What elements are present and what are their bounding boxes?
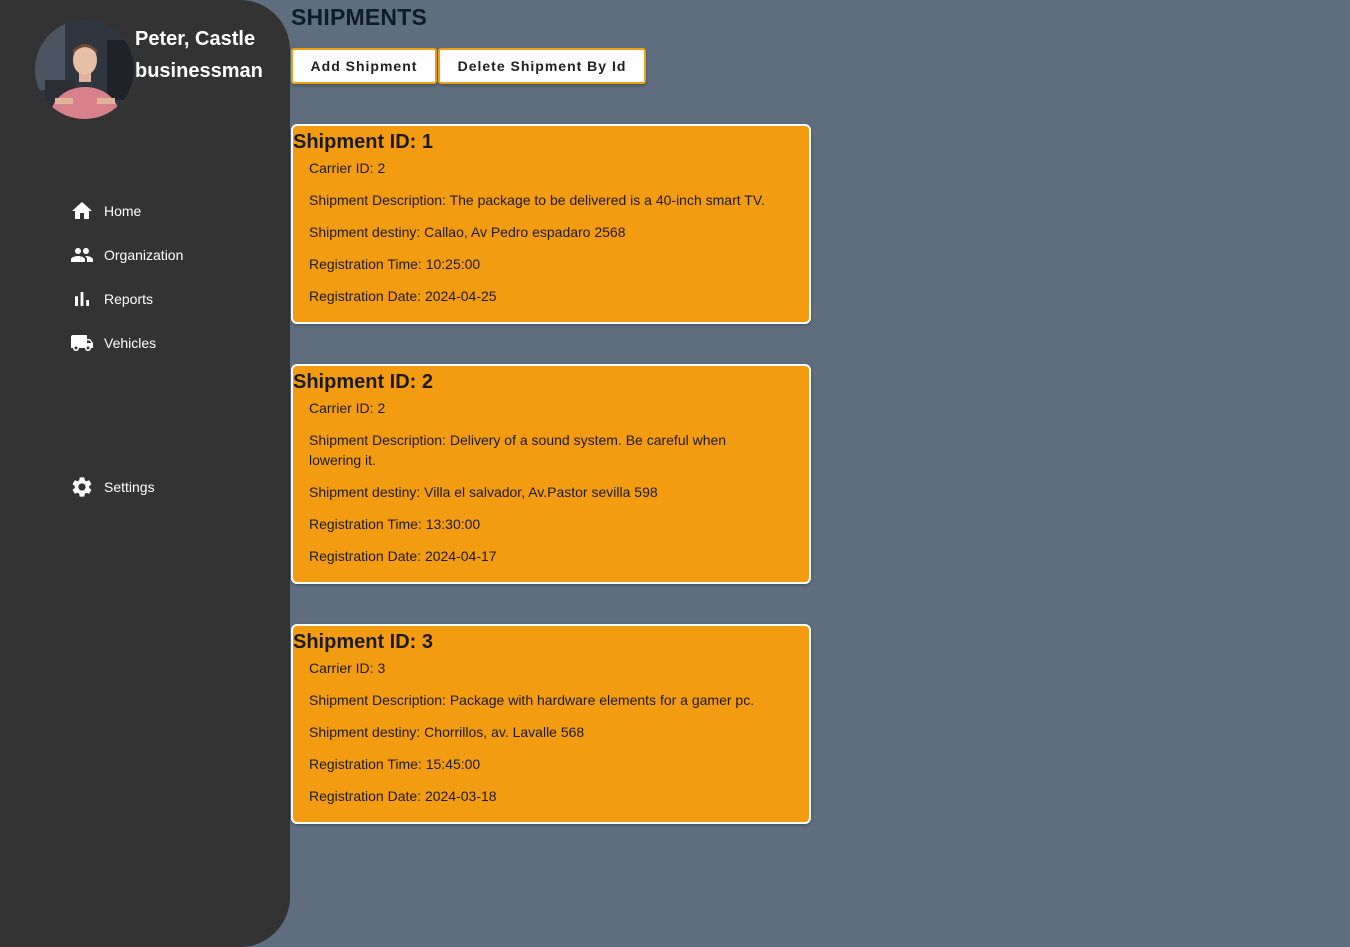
shipment-destiny: Shipment destiny: Chorrillos, av. Lavall… (309, 724, 585, 740)
registration-time: Registration Time: 10:25:00 (309, 256, 481, 272)
shipment-destiny: Shipment destiny: Villa el salvador, Av.… (309, 484, 658, 500)
nav-item-home[interactable]: Home (70, 198, 141, 224)
nav-label-reports: Reports (104, 291, 154, 307)
carrier-id: Carrier ID: 2 (309, 400, 386, 416)
nav-item-vehicles[interactable]: Vehicles (70, 330, 156, 356)
nav-item-reports[interactable]: Reports (70, 286, 153, 312)
app-root: Peter, Castle businessman Home Organizat… (0, 0, 1350, 947)
registration-date: Registration Date: 2024-04-17 (309, 548, 497, 564)
registration-date: Registration Date: 2024-04-25 (309, 288, 497, 304)
nav-label-vehicles: Vehicles (104, 335, 157, 351)
page-title: SHIPMENTS (291, 4, 427, 30)
avatar-photo (35, 20, 134, 119)
shipment-card: Shipment ID: 2 Carrier ID: 2 Shipment De… (291, 364, 811, 584)
registration-date: Registration Date: 2024-03-18 (309, 788, 497, 804)
people-icon (70, 243, 94, 267)
truck-icon (70, 331, 94, 355)
shipment-card: Shipment ID: 3 Carrier ID: 3 Shipment De… (291, 624, 811, 824)
add-shipment-button[interactable]: Add Shipment (291, 48, 437, 84)
shipment-id: Shipment ID: 1 (293, 131, 434, 153)
profile-role: businessman (135, 60, 263, 82)
shipment-description: Shipment Description: The package to be … (309, 192, 765, 208)
shipment-destiny: Shipment destiny: Callao, Av Pedro espad… (309, 224, 626, 240)
nav-item-organization[interactable]: Organization (70, 242, 183, 268)
gear-icon (70, 475, 94, 499)
shipment-description: Shipment Description: Delivery of a soun… (309, 432, 727, 468)
nav-label-settings: Settings (104, 479, 155, 495)
shipment-id: Shipment ID: 2 (293, 371, 434, 393)
shipment-card: Shipment ID: 1 Carrier ID: 2 Shipment De… (291, 124, 811, 324)
registration-time: Registration Time: 13:30:00 (309, 516, 481, 532)
registration-time: Registration Time: 15:45:00 (309, 756, 481, 772)
sidebar: Peter, Castle businessman Home Organizat… (0, 0, 290, 947)
nav-item-settings[interactable]: Settings (70, 474, 155, 500)
shipment-id: Shipment ID: 3 (293, 631, 434, 653)
shipment-description: Shipment Description: Package with hardw… (309, 692, 755, 708)
nav-label-organization: Organization (104, 247, 184, 263)
carrier-id: Carrier ID: 3 (309, 660, 386, 676)
delete-shipment-button[interactable]: Delete Shipment By Id (438, 48, 646, 84)
bar-chart-icon (70, 287, 94, 311)
avatar (35, 20, 134, 119)
profile-name: Peter, Castle (135, 28, 256, 50)
nav-label-home: Home (104, 203, 142, 219)
home-icon (70, 199, 94, 223)
carrier-id: Carrier ID: 2 (309, 160, 386, 176)
